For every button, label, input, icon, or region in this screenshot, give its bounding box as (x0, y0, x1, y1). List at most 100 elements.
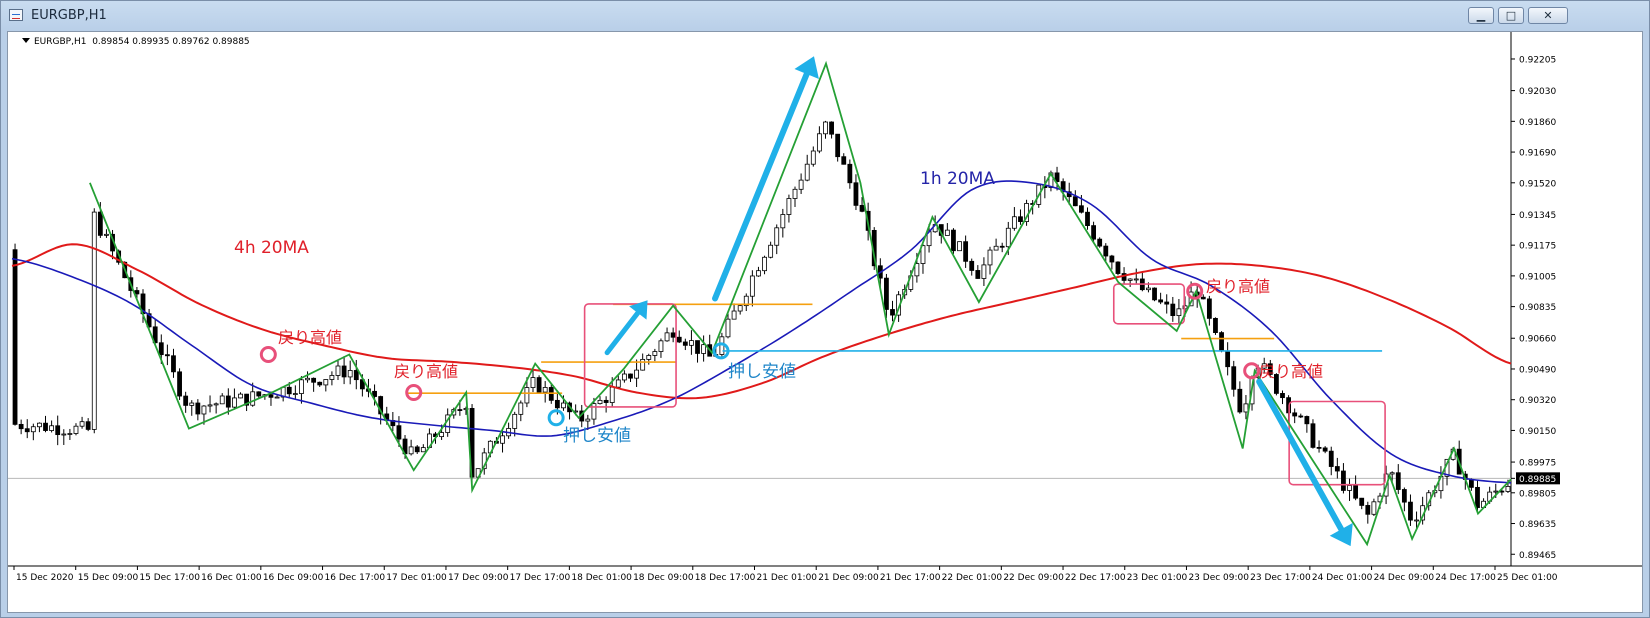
candle-body-29 (189, 402, 195, 406)
candle-body-104 (646, 355, 652, 360)
candle-body-197 (1213, 317, 1218, 334)
label-pullback-high-3: 戻り高値 (1206, 277, 1271, 296)
candle-body-136 (841, 156, 847, 165)
candle-body-27 (177, 371, 182, 397)
x-tick-label-18: 23 Dec 01:00 (1127, 573, 1188, 583)
candle-body-183 (1127, 278, 1133, 281)
candle-body-8 (61, 433, 67, 436)
candle-body-15 (104, 233, 109, 236)
x-ticks: 15 Dec 2020 15 Dec 09:00 15 Dec 17:00 16 De… (13, 566, 1558, 583)
candle-body-189 (1164, 301, 1170, 305)
candle-body-12 (85, 421, 91, 430)
candle-body-199 (1225, 350, 1231, 368)
candle-body-11 (79, 421, 85, 427)
candle-body-96 (597, 399, 603, 405)
x-tick-label-6: 17 Dec 01:00 (386, 573, 447, 583)
y-tick-label-10: 0.90490 (1519, 365, 1556, 375)
maximize-button[interactable]: □ (1498, 7, 1524, 24)
candle-body-214 (1316, 446, 1322, 449)
candle-body-39 (250, 391, 256, 406)
y-tick-label-5: 0.91345 (1519, 211, 1556, 221)
candle-body-33 (213, 403, 219, 406)
candle-body-174 (1072, 196, 1078, 207)
candle-body-20 (134, 290, 140, 295)
minimize-button[interactable]: ▁ (1468, 7, 1494, 24)
label-pullback-high-2: 戻り高値 (394, 362, 459, 381)
candle-body-155 (957, 241, 962, 252)
y-tick-label-3: 0.91690 (1519, 149, 1556, 159)
candle-body-143 (884, 277, 889, 310)
candle-body-90 (561, 402, 566, 409)
x-tick-label-12: 21 Dec 01:00 (757, 573, 818, 583)
y-tick-label-13: 0.89975 (1519, 459, 1556, 469)
chart-area[interactable]: 15 Dec 2020 15 Dec 09:00 15 Dec 17:00 16 De… (7, 31, 1643, 613)
candle-body-163 (1005, 227, 1011, 248)
candle-body-13 (91, 211, 97, 430)
candle-body-73 (457, 409, 463, 411)
candle-body-51 (323, 379, 329, 386)
candle-body-66 (414, 446, 420, 453)
x-tick-label-24: 25 Dec 01:00 (1497, 573, 1558, 583)
candle-body-138 (853, 182, 859, 206)
candle-body-177 (1091, 225, 1096, 240)
candle-body-230 (1414, 519, 1419, 522)
title-bar[interactable]: EURGBP,H1 ▁ □ ✕ (1, 1, 1649, 31)
candle-body-117 (725, 318, 731, 338)
candle-body-123 (762, 256, 767, 272)
candle-body-131 (810, 150, 816, 165)
candle-body-186 (1146, 287, 1151, 291)
candle-body-181 (1115, 261, 1121, 274)
dropdown-icon[interactable] (22, 38, 30, 43)
candle-body-31 (201, 405, 207, 415)
candle-body-63 (396, 425, 402, 440)
candle-body-187 (1152, 287, 1157, 301)
y-tick-label-8: 0.90835 (1519, 303, 1556, 313)
candle-body-45 (286, 386, 292, 395)
candle-body-24 (158, 342, 164, 356)
candle-body-3 (30, 426, 36, 433)
candle-body-111 (689, 340, 694, 346)
candle-body-42 (268, 394, 274, 398)
candle-body-30 (195, 402, 201, 415)
candle-body-100 (621, 373, 627, 381)
candle-body-130 (804, 163, 810, 181)
candle-body-159 (981, 264, 987, 279)
candle-body-97 (603, 399, 609, 403)
candle-body-210 (1292, 412, 1298, 417)
candle-body-139 (859, 204, 865, 212)
candle-body-154 (951, 229, 956, 252)
candle-body-226 (1389, 472, 1395, 475)
candle-body-87 (542, 387, 548, 393)
candle-body-101 (628, 373, 633, 379)
candle-body-125 (774, 227, 780, 246)
x-tick-label-4: 16 Dec 09:00 (263, 573, 324, 583)
close-button[interactable]: ✕ (1528, 7, 1568, 24)
candle-body-1 (18, 423, 24, 430)
candle-body-157 (969, 260, 975, 271)
candle-body-103 (640, 358, 646, 371)
candle-body-190 (1170, 303, 1176, 317)
candle-body-124 (768, 244, 774, 258)
label-ma-1h: 1h 20MA (920, 169, 995, 189)
candle-body-153 (944, 229, 950, 236)
candle-body-217 (1334, 466, 1340, 472)
y-tick-label-7: 0.91005 (1519, 272, 1556, 282)
candle-body-32 (207, 404, 213, 407)
candle-body-176 (1085, 211, 1090, 227)
candle-body-245 (1505, 486, 1511, 492)
candle-body-132 (816, 133, 822, 152)
candle-body-161 (993, 245, 999, 251)
candle-body-35 (225, 395, 231, 408)
symbol-header: EURGBP,H1 0.89854 0.89935 0.89762 0.8988… (22, 37, 250, 47)
label-pullback-high-1: 戻り高値 (278, 328, 343, 347)
candle-body-126 (780, 214, 786, 229)
price-chart[interactable]: 15 Dec 2020 15 Dec 09:00 15 Dec 17:00 16 De… (8, 32, 1642, 612)
x-tick-label-10: 18 Dec 09:00 (633, 573, 694, 583)
x-tick-label-2: 15 Dec 17:00 (139, 573, 200, 583)
candle-body-128 (792, 188, 798, 199)
candle-body-160 (987, 249, 993, 266)
y-tick-label-14: 0.89885 (1519, 475, 1556, 485)
y-ticks: 0.92205 0.92030 0.91860 0.91690 0.91520 0.913… (1511, 55, 1560, 561)
y-tick-label-9: 0.90660 (1519, 335, 1556, 345)
chart-window: EURGBP,H1 ▁ □ ✕ 15 Dec 2020 15 Dec 09:00 1… (0, 0, 1650, 618)
